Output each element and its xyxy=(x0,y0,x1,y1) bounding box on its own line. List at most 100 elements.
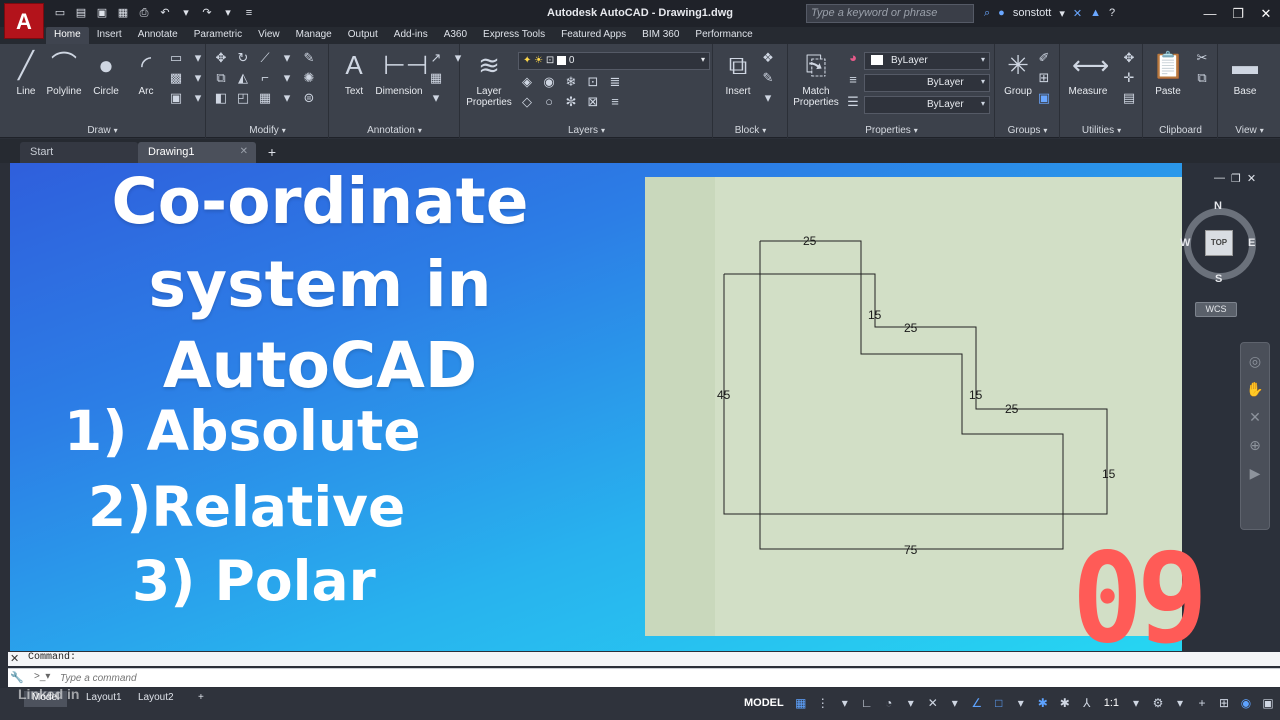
viewport-restore-icon[interactable]: ❐ xyxy=(1231,172,1241,185)
command-input[interactable] xyxy=(60,671,660,686)
chevron-down-icon[interactable]: ▾ xyxy=(902,694,920,712)
tab-view[interactable]: View xyxy=(250,27,288,44)
group-tool[interactable]: ✳ Group xyxy=(996,50,1040,97)
a360-icon[interactable]: ▲ xyxy=(1090,7,1101,20)
isolate-objects-icon[interactable]: ◉ xyxy=(1237,694,1255,712)
tab-express-tools[interactable]: Express Tools xyxy=(475,27,553,44)
insert-block-tool[interactable]: ⧉ Insert xyxy=(716,50,760,97)
layer-current-icon[interactable]: ≡ xyxy=(607,94,623,110)
ungroup-icon[interactable]: ✐ xyxy=(1036,50,1052,66)
tab-a360[interactable]: A360 xyxy=(436,27,475,44)
layer-match-icon[interactable]: ≣ xyxy=(607,74,623,90)
compass-west[interactable]: W xyxy=(1180,237,1190,249)
tab-performance[interactable]: Performance xyxy=(687,27,760,44)
close-command-line-icon[interactable]: ✕ xyxy=(10,652,19,665)
base-view-tool[interactable]: ▬ Base xyxy=(1223,50,1267,97)
viewport-close-icon[interactable]: ✕ xyxy=(1247,172,1256,185)
units-icon[interactable]: ⊞ xyxy=(1215,694,1233,712)
scale-icon[interactable]: ◰ xyxy=(235,90,251,106)
array-icon[interactable]: ▦ xyxy=(257,90,273,106)
tab-annotate[interactable]: Annotate xyxy=(130,27,186,44)
layer-thaw-icon[interactable]: ✼ xyxy=(563,94,579,110)
username[interactable]: sonstott xyxy=(1013,7,1052,20)
model-space-button[interactable]: MODEL xyxy=(740,695,788,711)
view-panel-label[interactable]: View ▾ xyxy=(1219,125,1280,136)
lineweight-dropdown[interactable]: ByLayer ▾ xyxy=(864,96,990,114)
chevron-down-icon[interactable]: ▾ xyxy=(1012,694,1030,712)
tab-insert[interactable]: Insert xyxy=(89,27,130,44)
edit-block-icon[interactable]: ✎ xyxy=(760,70,776,86)
dimension-tool[interactable]: ⊢⊣ Dimension xyxy=(374,50,428,97)
circle-tool[interactable]: ● Circle xyxy=(84,50,128,97)
tab-bim-360[interactable]: BIM 360 xyxy=(634,27,687,44)
layer-on-icon[interactable]: ○ xyxy=(541,94,557,110)
hatch-icon[interactable]: ▩ xyxy=(168,70,184,86)
grid-icon[interactable]: ▦ xyxy=(792,694,810,712)
copy-clip-icon[interactable]: ⧉ xyxy=(1194,70,1210,86)
object-snap-tracking-icon[interactable]: ∠ xyxy=(968,694,986,712)
block-panel-label[interactable]: Block ▾ xyxy=(714,125,787,136)
chevron-down-icon[interactable]: ▾ xyxy=(946,694,964,712)
measure-tool[interactable]: ⟷ Measure xyxy=(1065,50,1111,97)
cut-icon[interactable]: ✂ xyxy=(1194,50,1210,66)
quick-select-icon[interactable]: ✥ xyxy=(1121,50,1137,66)
compass-north[interactable]: N xyxy=(1214,200,1222,212)
polar-icon[interactable]: ◔ xyxy=(880,694,898,712)
draw-panel-label[interactable]: Draw ▾ xyxy=(0,125,205,136)
customize-wrench-icon[interactable]: 🔧 xyxy=(10,671,24,684)
application-menu-button[interactable]: A xyxy=(4,3,44,39)
close-icon[interactable]: ✕ xyxy=(1252,0,1280,27)
trim-icon[interactable]: ⟋ xyxy=(257,50,273,66)
chevron-down-icon[interactable]: ▾ xyxy=(1171,694,1189,712)
text-tool[interactable]: A Text xyxy=(332,50,376,97)
chevron-down-icon[interactable]: ▾ xyxy=(279,70,295,86)
layer-lock-icon[interactable]: ⊡ xyxy=(585,74,601,90)
annotation-scale-icon[interactable]: ⅄ xyxy=(1078,694,1096,712)
layer-unisolate-icon[interactable]: ◇ xyxy=(519,94,535,110)
match-properties-tool[interactable]: ⎘ Match Properties xyxy=(791,50,841,108)
ortho-icon[interactable]: ∟ xyxy=(858,694,876,712)
auto-scale-icon[interactable]: ✱ xyxy=(1056,694,1074,712)
chevron-down-icon[interactable]: ▾ xyxy=(279,50,295,66)
clean-screen-icon[interactable]: ▣ xyxy=(1259,694,1277,712)
annotation-more-icon[interactable]: ▾ xyxy=(428,90,444,106)
edit-attributes-icon[interactable]: ▾ xyxy=(760,90,776,106)
layers-panel-label[interactable]: Layers ▾ xyxy=(461,125,712,136)
viewport-minimize-icon[interactable]: — xyxy=(1214,172,1225,185)
tab-home[interactable]: Home xyxy=(46,27,89,44)
close-tab-icon[interactable]: ✕ xyxy=(240,146,248,157)
leader-icon[interactable]: ↗ xyxy=(428,50,444,66)
rotate-icon[interactable]: ↻ xyxy=(235,50,251,66)
showmotion-icon[interactable]: ▶ xyxy=(1245,463,1265,483)
layer-dropdown[interactable]: ✦ ☀ ⊡ 0 ▾ xyxy=(518,52,710,70)
chevron-down-icon[interactable]: ▾ xyxy=(836,694,854,712)
isodraft-icon[interactable]: ✕ xyxy=(924,694,942,712)
tab-parametric[interactable]: Parametric xyxy=(186,27,250,44)
explode-icon[interactable]: ✺ xyxy=(301,70,317,86)
viewcube-top-face[interactable]: TOP xyxy=(1205,230,1233,256)
stretch-icon[interactable]: ◧ xyxy=(213,90,229,106)
minimize-icon[interactable]: — xyxy=(1196,0,1224,27)
rectangle-icon[interactable]: ▭ xyxy=(168,50,184,66)
chevron-down-icon[interactable]: ▾ xyxy=(1127,694,1145,712)
chevron-down-icon[interactable]: ▾ xyxy=(279,90,295,106)
compass-south[interactable]: S xyxy=(1215,273,1222,285)
pan-icon[interactable]: ✋ xyxy=(1245,379,1265,399)
snap-icon[interactable]: ⋮ xyxy=(814,694,832,712)
layer-off-icon[interactable]: ◉ xyxy=(541,74,557,90)
object-snap-icon[interactable]: □ xyxy=(990,694,1008,712)
clipboard-panel-label[interactable]: Clipboard xyxy=(1144,125,1217,136)
tab-featured-apps[interactable]: Featured Apps xyxy=(553,27,634,44)
help-search-input[interactable]: Type a keyword or phrase xyxy=(806,4,974,23)
layout-tab-layout1[interactable]: Layout1 xyxy=(78,691,130,707)
modify-panel-label[interactable]: Modify ▾ xyxy=(207,125,328,136)
zoom-extents-icon[interactable]: ✕ xyxy=(1245,407,1265,427)
group-edit-icon[interactable]: ⊞ xyxy=(1036,70,1052,86)
chevron-down-icon[interactable]: ▾ xyxy=(190,70,206,86)
copy-icon[interactable]: ⧉ xyxy=(213,70,229,86)
workspace-gear-icon[interactable]: ⚙ xyxy=(1149,694,1167,712)
polyline-tool[interactable]: ⌒ Polyline xyxy=(42,50,86,97)
create-block-icon[interactable]: ❖ xyxy=(760,50,776,66)
properties-panel-label[interactable]: Properties ▾ xyxy=(789,125,994,136)
utilities-panel-label[interactable]: Utilities ▾ xyxy=(1061,125,1142,136)
